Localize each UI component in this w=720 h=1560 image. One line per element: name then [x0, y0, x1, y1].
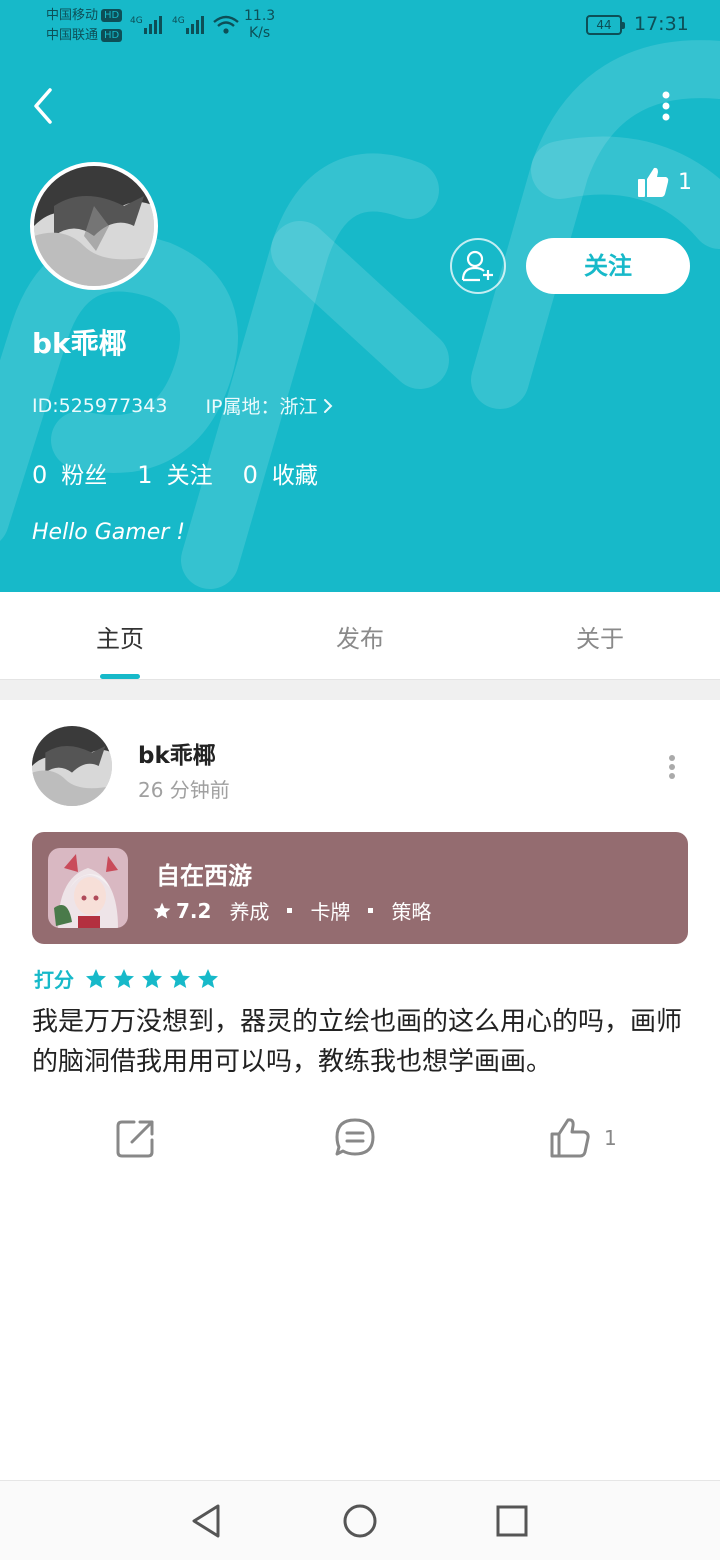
avatar-image — [32, 726, 112, 806]
like-count: 1 — [604, 1126, 617, 1150]
tab-about[interactable]: 关于 — [480, 592, 720, 680]
star-icon — [170, 968, 190, 988]
star-icon — [86, 968, 106, 988]
game-card[interactable]: 自在西游 7.2 养成 卡牌 策略 — [32, 832, 688, 944]
star-icon — [114, 968, 134, 988]
back-button[interactable] — [28, 84, 68, 128]
post-more-button[interactable] — [660, 750, 684, 784]
tab-bar: 主页 发布 关于 — [0, 592, 720, 680]
status-bar: 中国移动 HD 中国联通 HD 4G 4G 11.3 K/s 44 17:31 — [0, 0, 720, 50]
post-author-name[interactable]: bk乖椰 — [138, 736, 216, 770]
section-divider — [0, 680, 720, 700]
thumbs-up-icon — [638, 167, 669, 197]
profile-bio: Hello Gamer ! — [32, 520, 186, 545]
post-author-avatar[interactable] — [32, 726, 112, 806]
nav-home-button[interactable] — [340, 1501, 380, 1541]
user-rating: 打分 — [34, 964, 224, 993]
game-tag: 卡牌 — [310, 900, 351, 924]
game-tag: 策略 — [391, 900, 432, 924]
watermark-logo — [0, 40, 720, 589]
tab-indicator — [100, 674, 140, 679]
tag-separator — [368, 908, 374, 913]
post-content: 我是万万没想到，器灵的立绘也画的这么用心的吗，画师的脑洞借我用用可以吗，教练我也… — [32, 1007, 683, 1077]
stat-following[interactable]: 1 关注 — [137, 456, 212, 490]
nav-back-button[interactable] — [186, 1501, 226, 1541]
profile-like-button[interactable]: 1 — [636, 162, 696, 202]
carrier-2: 中国联通 — [46, 28, 99, 43]
game-name: 自在西游 — [156, 862, 252, 890]
nav-recents-button[interactable] — [492, 1501, 532, 1541]
like-button[interactable]: 1 — [548, 1110, 617, 1166]
star-icon — [198, 968, 218, 988]
carrier-info: 中国移动 HD 中国联通 HD — [46, 6, 123, 46]
net-speed-value: 11.3 — [244, 8, 276, 24]
user-id: ID:525977343 — [32, 394, 168, 417]
chevron-right-icon — [323, 398, 332, 413]
system-nav-bar — [0, 1480, 720, 1560]
profile-header: 中国移动HD 中国联通HD 4G 4G 11.3 K/s 44 17:31 — [0, 0, 720, 592]
rating-stars — [84, 967, 224, 991]
add-user-icon — [461, 250, 493, 282]
game-tag: 养成 — [229, 900, 270, 924]
share-button[interactable] — [114, 1110, 158, 1166]
profile-like-count: 1 — [678, 169, 692, 195]
avatar[interactable] — [30, 162, 158, 290]
stats-row: 0 粉丝 1 关注 0 收藏 — [32, 456, 348, 490]
net-speed: 11.3 K/s — [244, 8, 275, 42]
tab-home[interactable]: 主页 — [0, 592, 240, 680]
nav-back-icon — [192, 1504, 220, 1538]
tag-separator — [287, 908, 293, 913]
share-icon — [116, 1120, 154, 1158]
signal-icon: 4G 4G — [130, 15, 239, 34]
more-options-button[interactable] — [652, 86, 680, 126]
post-actions: 1 — [0, 1110, 720, 1166]
id-row: ID:525977343 IP属地：浙江 — [32, 392, 338, 419]
post-card: bk乖椰 26 分钟前 自在西游 7.2 养成 卡牌 策略 打分 我是万万没想到… — [0, 700, 720, 1480]
stat-fans[interactable]: 0 粉丝 — [32, 456, 107, 490]
clock: 17:31 — [634, 13, 689, 35]
stat-value: 0 — [32, 461, 48, 489]
back-arrow-icon — [34, 88, 52, 124]
nav-recents-icon — [496, 1505, 528, 1537]
ip-location: IP属地：浙江 — [205, 396, 318, 418]
profile-username: bk乖椰 — [32, 327, 127, 360]
game-meta: 7.2 养成 卡牌 策略 — [152, 896, 431, 925]
svg-text:4G: 4G — [172, 16, 185, 26]
battery-icon: 44 — [586, 15, 625, 35]
stat-label: 收藏 — [271, 463, 318, 489]
more-vertical-icon — [669, 755, 675, 779]
carrier-1: 中国移动 — [46, 8, 99, 23]
star-icon — [142, 968, 162, 988]
follow-button[interactable]: 关注 — [526, 238, 690, 294]
stat-label: 粉丝 — [61, 463, 108, 489]
avatar-image — [34, 166, 154, 286]
comment-icon — [335, 1118, 375, 1156]
star-icon — [153, 902, 171, 918]
stat-favorites[interactable]: 0 收藏 — [243, 456, 318, 490]
svg-text:4G: 4G — [130, 16, 143, 26]
tab-posts[interactable]: 发布 — [240, 592, 480, 680]
game-icon — [48, 848, 128, 928]
add-friend-button[interactable] — [450, 238, 506, 294]
rating-label: 打分 — [34, 968, 74, 992]
stat-label: 关注 — [166, 463, 213, 489]
comment-button[interactable] — [333, 1110, 377, 1166]
hd-badge: HD — [101, 29, 123, 42]
net-speed-unit: K/s — [248, 25, 271, 41]
game-rating: 7.2 — [176, 898, 212, 923]
nav-home-icon — [343, 1504, 377, 1538]
game-art-image — [48, 848, 128, 928]
thumbs-up-icon — [550, 1118, 590, 1158]
stat-value: 1 — [137, 461, 153, 489]
ip-location-link[interactable]: IP属地：浙江 — [205, 392, 337, 419]
stat-value: 0 — [242, 461, 258, 489]
more-vertical-icon — [662, 91, 670, 121]
hd-badge: HD — [101, 9, 123, 22]
post-timestamp: 26 分钟前 — [138, 778, 230, 802]
